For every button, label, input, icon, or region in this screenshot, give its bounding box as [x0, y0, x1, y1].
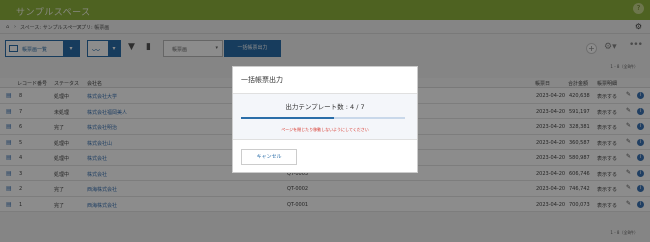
dialog-body: 出力テンプレート数 : 4 / 7 ページを閉じたり移動しないようにしてください [233, 93, 417, 140]
template-count: 出力テンプレート数 : 4 / 7 [285, 103, 365, 111]
progress-fill [241, 117, 335, 119]
warning-message: ページを閉じたり移動しないようにしてください [281, 127, 369, 132]
cancel-button[interactable]: キャンセル [241, 149, 297, 165]
progress-bar [241, 117, 405, 119]
bulk-print-dialog: 一括帳票出力 出力テンプレート数 : 4 / 7 ページを閉じたり移動しないよう… [232, 66, 418, 173]
dialog-title: 一括帳票出力 [241, 76, 283, 84]
